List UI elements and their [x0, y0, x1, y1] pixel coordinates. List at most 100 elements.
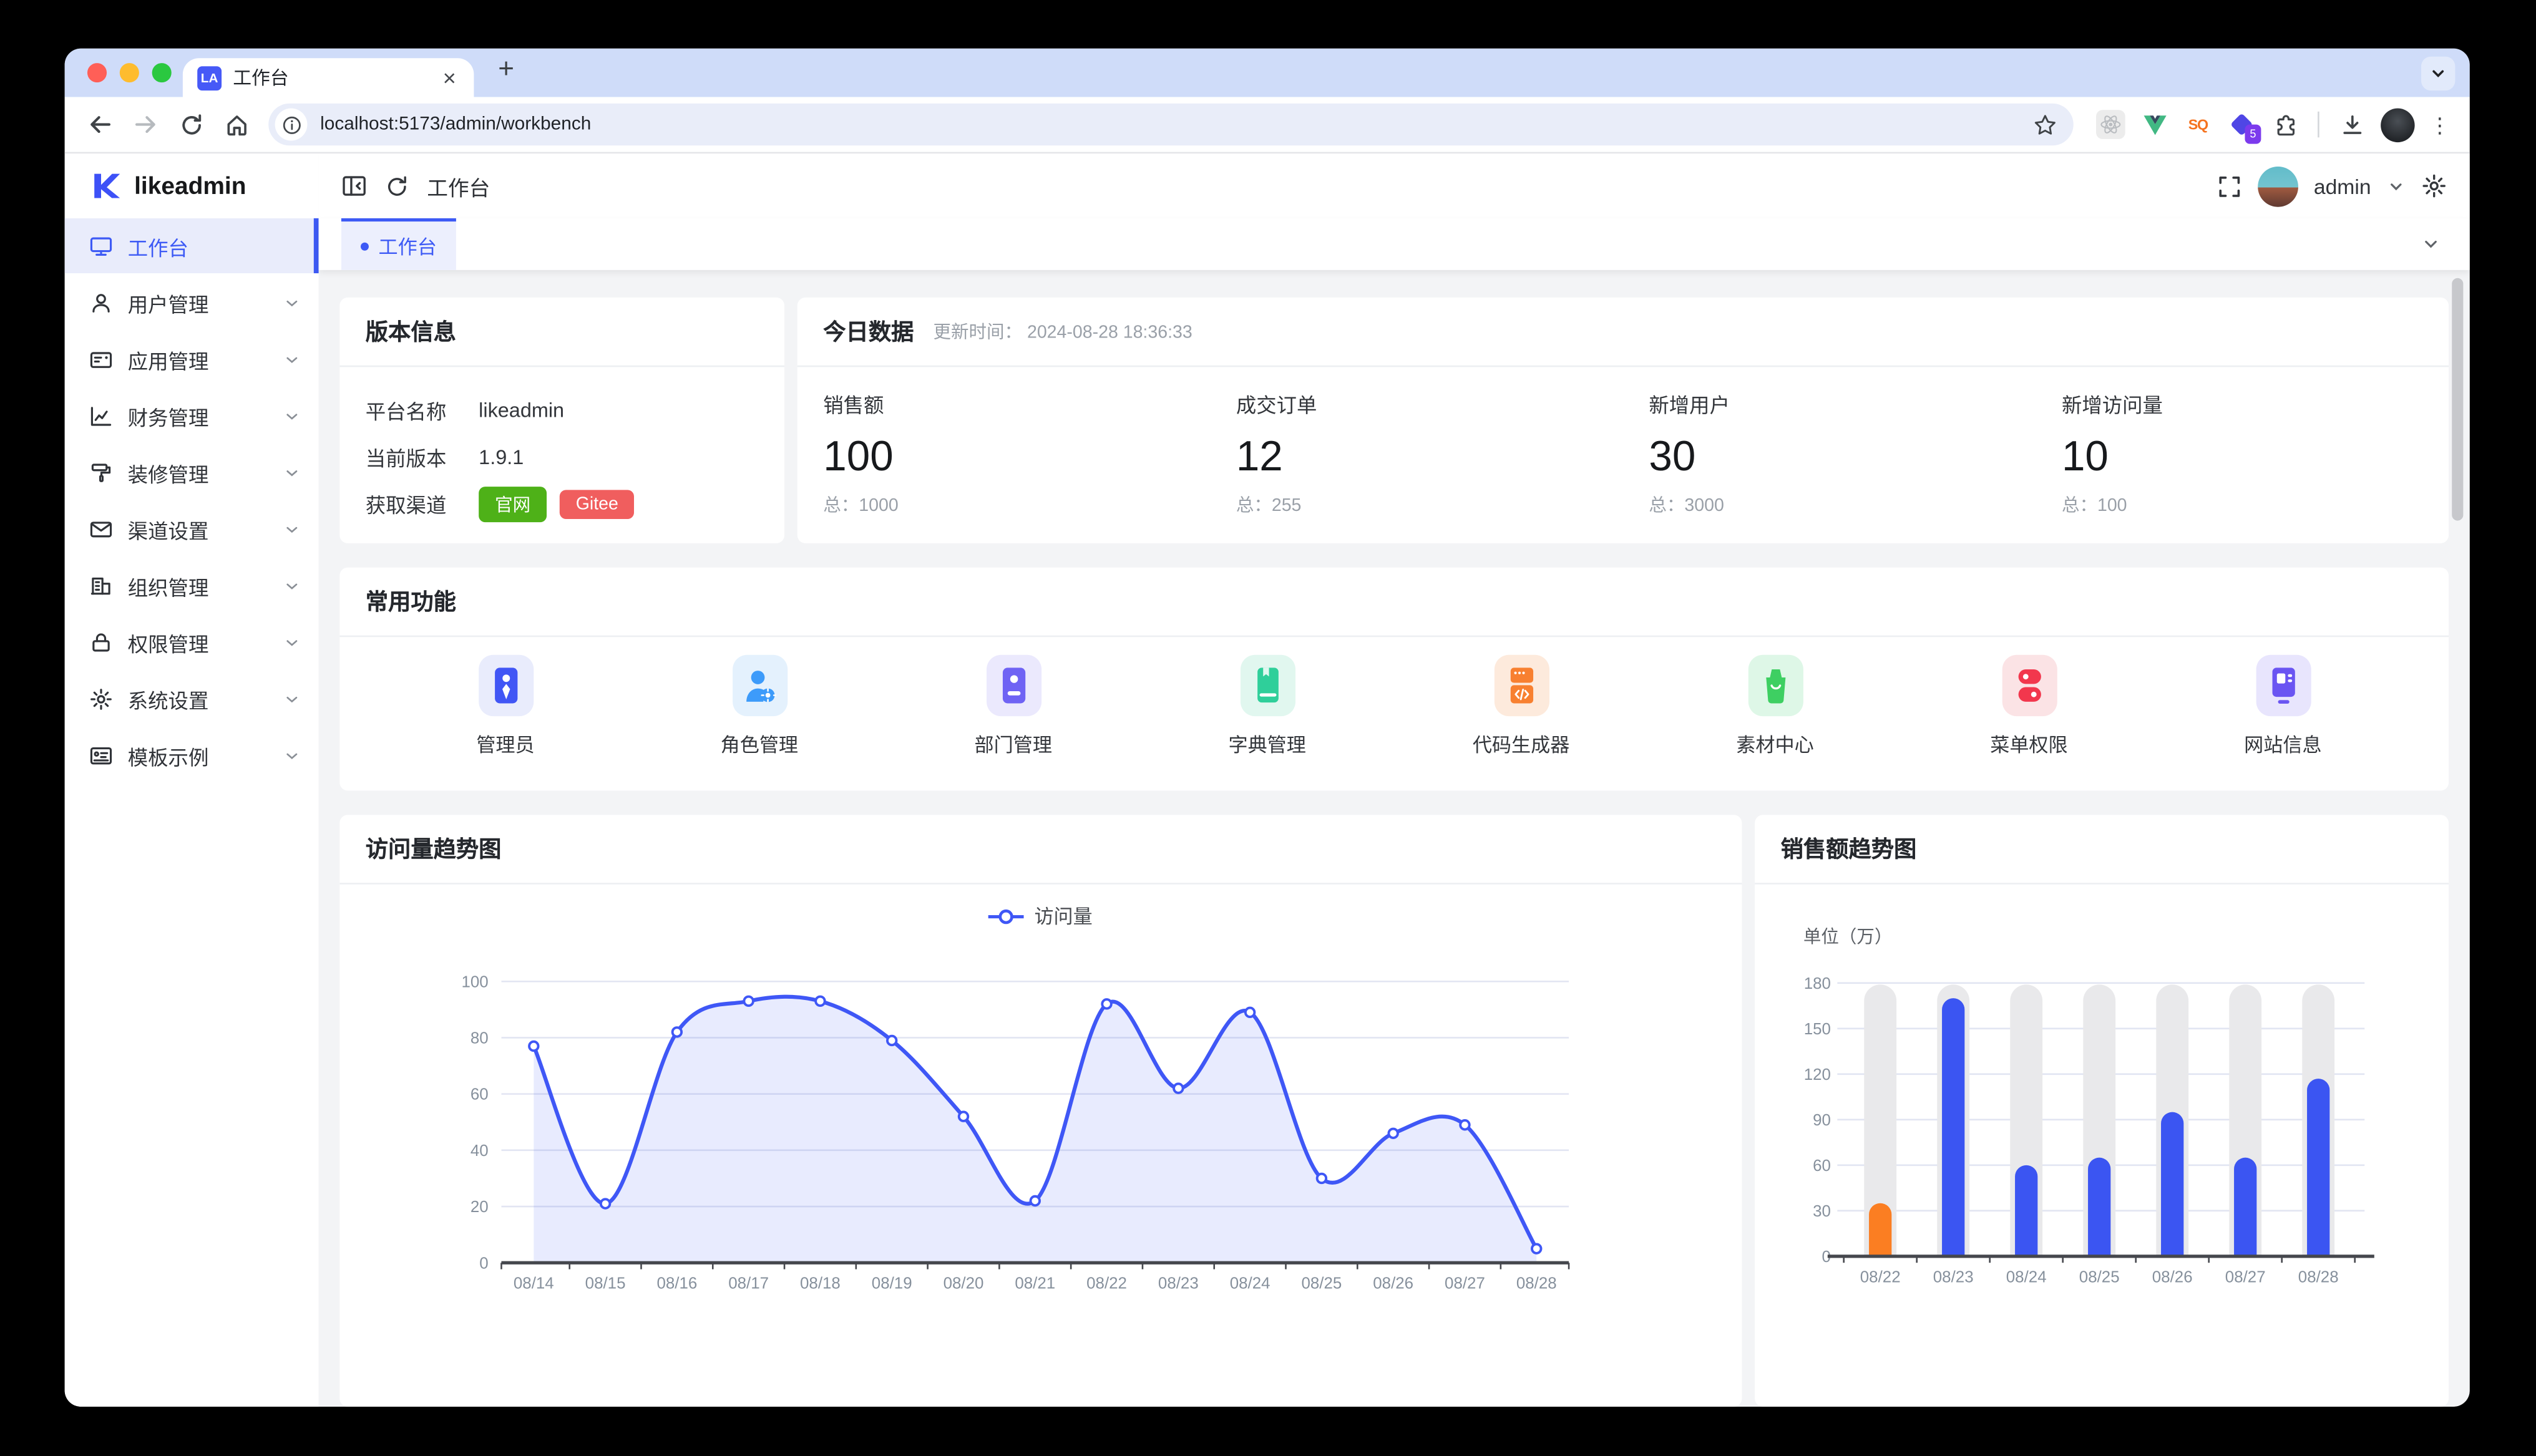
user-menu-chevron-icon[interactable] [2387, 177, 2406, 195]
quick-item-素材中心[interactable]: 素材中心 [1648, 655, 1902, 759]
sidebar-item-4[interactable]: 装修管理 [65, 445, 319, 500]
header-right: admin [2217, 166, 2447, 206]
stat-label: 销售额 [823, 388, 1210, 419]
svg-text:08/28: 08/28 [1516, 1275, 1557, 1293]
purple-diamond-extension-icon[interactable]: 5 [2227, 110, 2256, 139]
quick-item-字典管理[interactable]: 字典管理 [1140, 655, 1394, 759]
svg-text:08/16: 08/16 [656, 1275, 697, 1293]
department-icon [986, 655, 1041, 716]
username[interactable]: admin [2314, 174, 2371, 198]
version-row-value: likeadmin [479, 399, 564, 421]
material-center-icon [1747, 655, 1802, 716]
unit-label: 单位（万） [1803, 923, 2449, 949]
tab-search-chevron-icon[interactable] [2421, 57, 2455, 90]
chart-legend[interactable]: 访问量 [339, 902, 1742, 929]
new-tab-button[interactable]: + [498, 54, 514, 86]
browser-menu-icon[interactable]: ⋮ [2429, 114, 2451, 135]
sidebar-item-3[interactable]: 财务管理 [65, 388, 319, 443]
channel-button-官网[interactable]: 官网 [479, 486, 547, 522]
page-tabs-chevron-icon[interactable] [2421, 235, 2441, 254]
sq-extension-icon[interactable]: SQ [2183, 110, 2213, 139]
logo[interactable]: likeadmin [65, 153, 319, 218]
forward-icon[interactable] [126, 105, 165, 143]
fullscreen-icon[interactable] [2217, 174, 2241, 198]
breadcrumb: 工作台 [427, 170, 490, 201]
sales-bar-chart: 030609012015018008/2208/2308/2408/2508/2… [1768, 956, 2435, 1324]
quick-card-title: 常用功能 [366, 585, 456, 618]
version-row-label: 当前版本 [366, 442, 479, 472]
quick-item-菜单权限[interactable]: 菜单权限 [1902, 655, 2156, 759]
admin-badge-icon [478, 655, 533, 716]
logo-text: likeadmin [134, 172, 246, 200]
stat-total: 总：3000 [1649, 492, 2036, 517]
menu-permission-icon [2001, 655, 2056, 716]
svg-text:08/21: 08/21 [1015, 1275, 1055, 1293]
layout-settings-gear-icon[interactable] [2421, 173, 2447, 198]
home-icon[interactable] [217, 105, 255, 143]
sidebar-menu: 工作台用户管理应用管理财务管理装修管理渠道设置组织管理权限管理系统设置模板示例 [65, 218, 319, 784]
sidebar-item-0[interactable]: 工作台 [65, 218, 319, 273]
sidebar-item-label: 财务管理 [128, 400, 268, 430]
sidebar-item-9[interactable]: 模板示例 [65, 727, 319, 782]
minimize-window-button[interactable] [120, 63, 139, 82]
quick-item-角色管理[interactable]: 角色管理 [632, 655, 886, 759]
sidebar-item-8[interactable]: 系统设置 [65, 671, 319, 726]
chevron-down-icon [283, 463, 301, 482]
tab-close-icon[interactable]: × [439, 66, 459, 89]
refresh-page-icon[interactable] [385, 174, 409, 198]
screen: LA 工作台 × + [0, 0, 2536, 1456]
svg-text:120: 120 [1803, 1066, 1830, 1084]
site-info-icon-browser[interactable] [275, 109, 308, 141]
extensions-puzzle-icon[interactable] [2271, 110, 2300, 139]
quick-functions: 管理员角色管理部门管理字典管理 代码生成器 素材中心菜单权限网站信息 [339, 637, 2449, 758]
browser-window: LA 工作台 × + [65, 49, 2470, 1407]
sidebar-item-5[interactable]: 渠道设置 [65, 501, 319, 556]
reload-icon[interactable] [172, 105, 210, 143]
legend-marker-icon [989, 908, 1025, 924]
vue-devtools-icon[interactable] [2140, 110, 2169, 139]
user-avatar[interactable] [2257, 166, 2298, 206]
sidebar-item-6[interactable]: 组织管理 [65, 558, 319, 613]
browser-tab[interactable]: LA 工作台 × [183, 58, 474, 97]
quick-item-label: 字典管理 [1228, 731, 1305, 759]
sidebar-item-7[interactable]: 权限管理 [65, 614, 319, 669]
url-bar[interactable]: localhost:5173/admin/workbench [268, 104, 2073, 145]
quick-item-管理员[interactable]: 管理员 [378, 655, 632, 759]
downloads-icon[interactable] [2337, 110, 2366, 139]
sidebar-item-1[interactable]: 用户管理 [65, 275, 319, 330]
svg-text:20: 20 [471, 1198, 489, 1216]
sidebar-item-label: 系统设置 [128, 683, 268, 714]
sidebar: likeadmin 工作台用户管理应用管理财务管理装修管理渠道设置组织管理权限管… [65, 153, 319, 1407]
quick-item-部门管理[interactable]: 部门管理 [886, 655, 1140, 759]
quick-item-label: 网站信息 [2244, 731, 2321, 759]
svg-text:08/28: 08/28 [2297, 1268, 2338, 1286]
permission-icon [89, 630, 114, 654]
url-text[interactable]: localhost:5173/admin/workbench [320, 115, 2033, 134]
back-icon[interactable] [81, 105, 120, 143]
zoom-window-button[interactable] [152, 63, 172, 82]
svg-text:08/14: 08/14 [514, 1275, 554, 1293]
svg-text:08/19: 08/19 [872, 1275, 912, 1293]
template-icon [89, 743, 114, 767]
role-manage-icon [732, 655, 787, 716]
bookmark-star-icon[interactable] [2033, 112, 2057, 137]
channel-row: 获取渠道官网Gitee [366, 480, 759, 527]
svg-text:08/26: 08/26 [2151, 1268, 2192, 1286]
stat-total: 总：100 [2062, 492, 2449, 517]
stat-label: 新增用户 [1649, 388, 2036, 419]
page-tab-workbench[interactable]: 工作台 [341, 218, 456, 270]
sidebar-item-2[interactable]: 应用管理 [65, 331, 319, 386]
visits-chart-title: 访问量趋势图 [366, 833, 502, 865]
react-devtools-icon[interactable] [2096, 110, 2125, 139]
scrollbar-thumb[interactable] [2452, 278, 2463, 521]
close-window-button[interactable] [87, 63, 107, 82]
version-row-label: 平台名称 [366, 394, 479, 425]
svg-text:150: 150 [1803, 1021, 1830, 1038]
channel-button-Gitee[interactable]: Gitee [560, 489, 635, 518]
quick-item-代码生成器[interactable]: 代码生成器 [1394, 655, 1648, 759]
quick-item-网站信息[interactable]: 网站信息 [2156, 655, 2410, 759]
quick-item-label: 代码生成器 [1473, 731, 1570, 759]
sidebar-item-label: 模板示例 [128, 740, 268, 770]
sidebar-collapse-icon[interactable] [341, 173, 367, 198]
browser-profile-avatar[interactable] [2381, 107, 2414, 141]
